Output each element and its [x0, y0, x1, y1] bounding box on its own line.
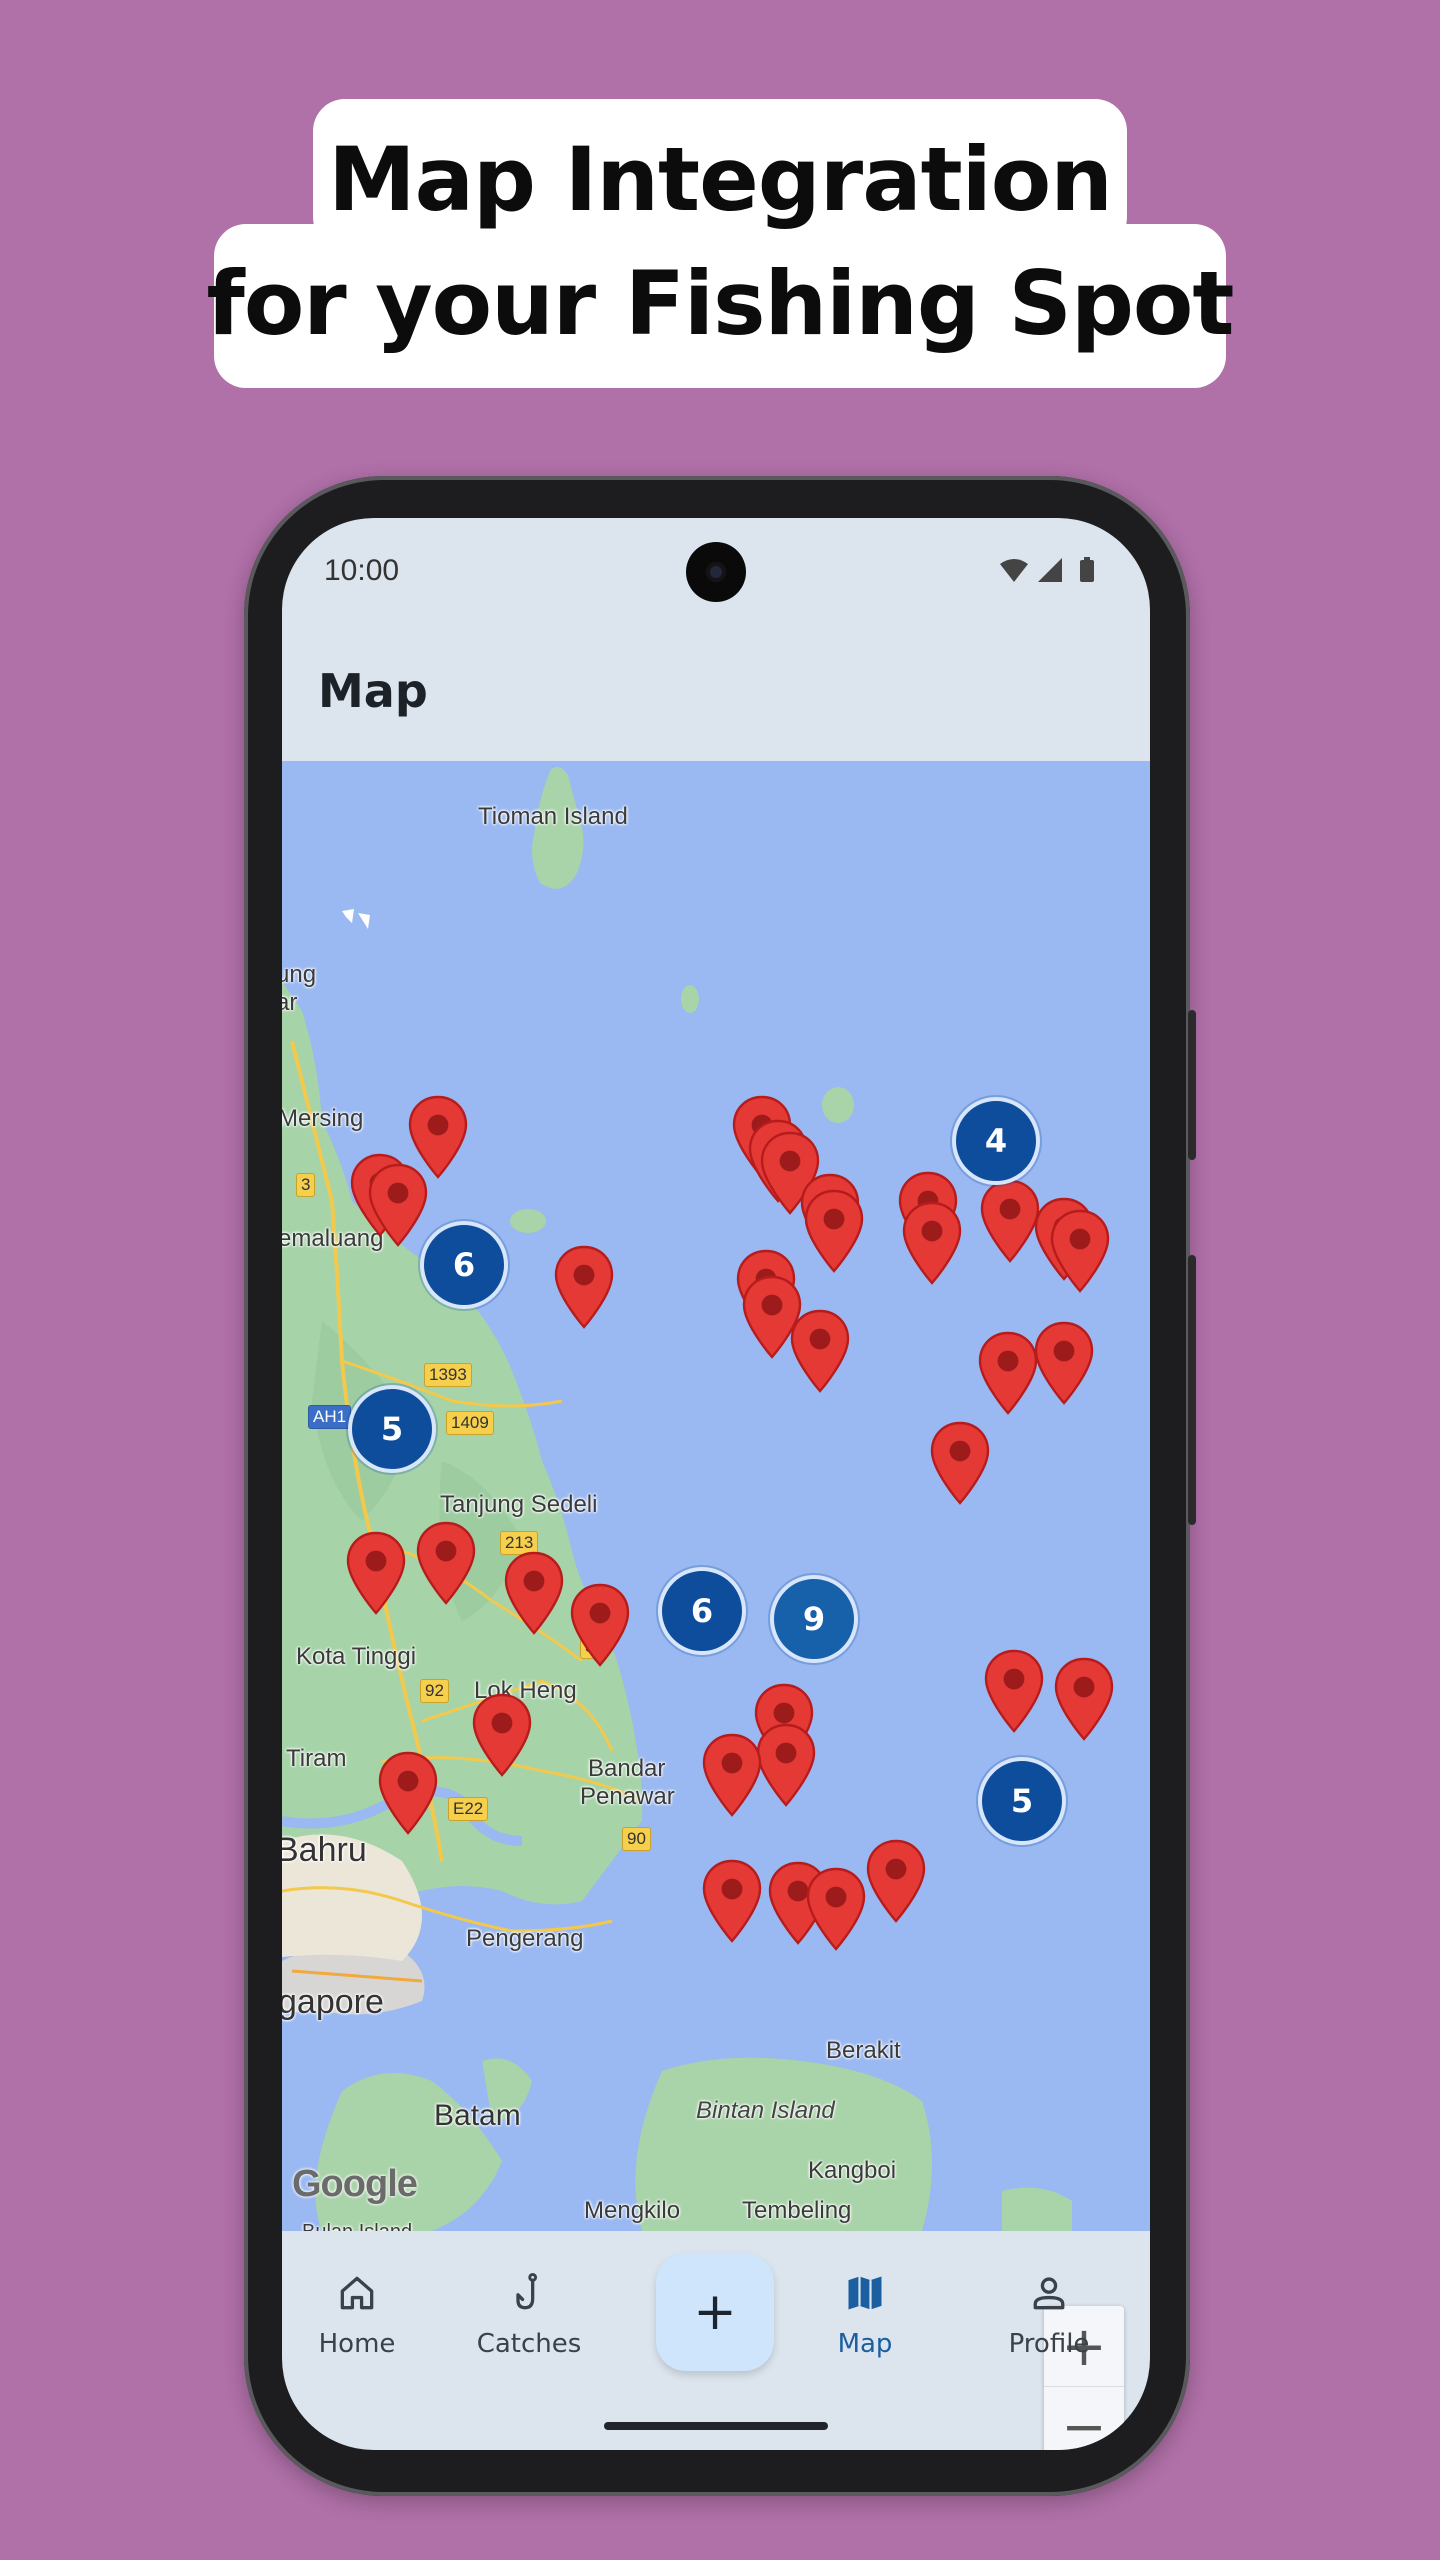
- bottom-navigation: Home Catches + Map Profile: [282, 2231, 1150, 2450]
- map-icon: [848, 2276, 882, 2310]
- fishing-spot-marker[interactable]: [552, 1245, 616, 1329]
- road-shield-3: 3: [296, 1173, 316, 1197]
- nav-label-profile: Profile: [1008, 2329, 1090, 2359]
- google-attribution: Google: [292, 2163, 418, 2205]
- map-label-tioman: Tioman Island: [478, 803, 628, 830]
- phone-screen: 10:00 Map Tioman Island ung ar Mersing e…: [282, 518, 1150, 2450]
- battery-icon: [1080, 557, 1094, 582]
- nav-item-home[interactable]: Home: [282, 2271, 432, 2359]
- fishing-spot-marker[interactable]: [802, 1189, 866, 1273]
- marker-cluster[interactable]: 5: [348, 1385, 436, 1473]
- map-view[interactable]: Tioman Island ung ar Mersing emaluang Ta…: [282, 761, 1150, 2231]
- map-label-bulan-island: Bulan Island: [302, 2221, 412, 2231]
- fishing-spot-marker[interactable]: [470, 1693, 534, 1777]
- home-icon: [340, 2276, 374, 2310]
- map-label-pengerang: Pengerang: [466, 1925, 584, 1952]
- nav-label-map: Map: [837, 2329, 893, 2359]
- map-label-endau: ung: [282, 961, 317, 988]
- wifi-icon: [1000, 559, 1028, 582]
- fishing-spot-marker[interactable]: [344, 1531, 408, 1615]
- nav-label-home: Home: [318, 2329, 396, 2359]
- map-label-kota-tinggi: Kota Tinggi: [296, 1643, 417, 1670]
- marker-cluster[interactable]: 6: [658, 1567, 746, 1655]
- road-shield-1393: 1393: [424, 1363, 472, 1387]
- road-shield-92: 92: [420, 1679, 449, 1703]
- map-label-penawar: Penawar: [580, 1783, 675, 1810]
- road-shield-ah: AH1: [308, 1405, 352, 1429]
- map-label-johor-bahru: Bahru: [282, 1831, 367, 1869]
- fishing-spot-marker[interactable]: [900, 1201, 964, 1285]
- marker-cluster[interactable]: 9: [770, 1575, 858, 1663]
- phone-side-button: [1188, 1010, 1196, 1160]
- add-catch-button[interactable]: +: [656, 2253, 774, 2371]
- fishing-spot-marker[interactable]: [568, 1583, 632, 1667]
- front-camera: [686, 542, 746, 602]
- home-indicator: [604, 2422, 828, 2430]
- map-label-endau-2: ar: [282, 989, 298, 1016]
- map-label-singapore: gapore: [282, 1983, 384, 2021]
- nav-item-map[interactable]: Map: [790, 2271, 940, 2359]
- road-shield-1409: 1409: [446, 1411, 494, 1435]
- marker-cluster[interactable]: 6: [420, 1221, 508, 1309]
- map-label-bintan: Bintan Island: [696, 2097, 835, 2124]
- map-land: [282, 766, 1072, 2231]
- status-time: 10:00: [324, 554, 400, 587]
- map-label-batam: Batam: [434, 2099, 521, 2132]
- fishing-spot-marker[interactable]: [414, 1521, 478, 1605]
- map-label-tiram: Tiram: [286, 1745, 347, 1772]
- map-label-bandar: Bandar: [588, 1755, 666, 1782]
- fishing-spot-marker[interactable]: [804, 1867, 868, 1951]
- fishing-spot-marker[interactable]: [976, 1331, 1040, 1415]
- nav-item-profile[interactable]: Profile: [974, 2271, 1124, 2359]
- fishing-spot-marker[interactable]: [376, 1751, 440, 1835]
- fishing-spot-marker[interactable]: [982, 1649, 1046, 1733]
- road-shield-90: 90: [622, 1827, 651, 1851]
- page-title: Map: [318, 664, 428, 718]
- fishing-spot-marker[interactable]: [700, 1733, 764, 1817]
- map-label-mersing: Mersing: [282, 1105, 364, 1132]
- map-label-berakit: Berakit: [826, 2037, 901, 2064]
- fishing-spot-marker[interactable]: [1032, 1321, 1096, 1405]
- cell-signal-icon: [1038, 558, 1062, 582]
- fishing-spot-marker[interactable]: [502, 1551, 566, 1635]
- marker-cluster[interactable]: 5: [978, 1757, 1066, 1845]
- fishing-hook-icon: [516, 2273, 538, 2310]
- headline-line-2: for your Fishing Spot: [206, 252, 1235, 355]
- fishing-spot-marker[interactable]: [864, 1839, 928, 1923]
- fishing-spot-marker[interactable]: [928, 1421, 992, 1505]
- fishing-spot-marker[interactable]: [1048, 1209, 1112, 1293]
- map-label-tanjung-sedeli: Tanjung Sedeli: [440, 1491, 598, 1518]
- fishing-spot-marker[interactable]: [788, 1309, 852, 1393]
- headline-line-1: Map Integration: [328, 128, 1113, 231]
- nav-item-catches[interactable]: Catches: [454, 2271, 604, 2359]
- road-shield-e22: E22: [448, 1797, 489, 1821]
- fishing-spot-marker[interactable]: [700, 1859, 764, 1943]
- fishing-spot-marker[interactable]: [366, 1163, 430, 1247]
- promo-headline: Map Integration for your Fishing Spot: [0, 0, 1440, 400]
- person-icon: [1033, 2277, 1065, 2310]
- map-label-kangboi: Kangboi: [808, 2157, 897, 2184]
- nav-label-catches: Catches: [476, 2329, 582, 2359]
- marker-cluster[interactable]: 4: [952, 1097, 1040, 1185]
- fishing-spot-marker[interactable]: [1052, 1657, 1116, 1741]
- map-label-tembeling: Tembeling: [742, 2197, 852, 2224]
- status-icons: [1000, 557, 1094, 582]
- phone-volume-button: [1188, 1255, 1196, 1525]
- map-label-mengkilo: Mengkilo: [584, 2197, 681, 2224]
